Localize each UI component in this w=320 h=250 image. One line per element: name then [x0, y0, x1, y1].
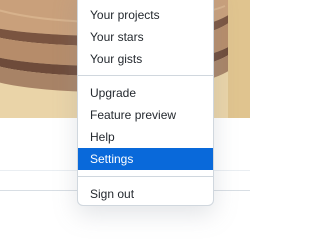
menu-divider [78, 75, 213, 76]
menu-item-upgrade[interactable]: Upgrade [78, 82, 213, 104]
menu-item-your-projects[interactable]: Your projects [78, 4, 213, 26]
menu-divider [78, 176, 213, 177]
menu-item-settings[interactable]: Settings [78, 148, 213, 170]
menu-item-your-stars[interactable]: Your stars [78, 26, 213, 48]
page: Your projects Your stars Your gists Upgr… [0, 0, 250, 250]
menu-item-help[interactable]: Help [78, 126, 213, 148]
menu-item-your-gists[interactable]: Your gists [78, 48, 213, 70]
menu-item-sign-out[interactable]: Sign out [78, 183, 213, 205]
menu-item-feature-preview[interactable]: Feature preview [78, 104, 213, 126]
user-dropdown-menu: Your projects Your stars Your gists Upgr… [77, 0, 214, 206]
